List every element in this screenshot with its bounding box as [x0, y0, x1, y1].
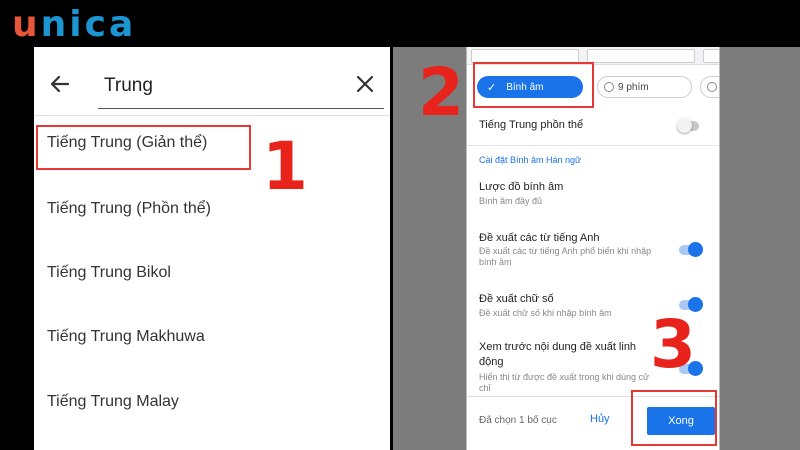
english-suggestions-desc: Đề xuất các từ tiếng Anh phổ biến khi nh…: [479, 246, 652, 256]
english-suggestions-label: Đề xuất các từ tiếng Anh: [479, 232, 600, 244]
layout-preview-other: [703, 49, 719, 63]
english-suggestions-toggle[interactable]: [679, 242, 703, 257]
dynamic-preview-desc: chỉ: [479, 383, 491, 393]
section-title: Cài đặt Bính âm Hán ngữ: [479, 155, 582, 165]
traditional-chinese-label: Tiếng Trung phồn thể: [479, 119, 584, 131]
logo-text: nica: [40, 3, 137, 45]
list-item[interactable]: Tiếng Trung Makhuwa: [47, 328, 205, 346]
layout-preview-pinyin: [471, 49, 579, 63]
digit-suggestions-desc: Đề xuất chữ số khi nhập bính âm: [479, 308, 612, 318]
radio-icon: [604, 82, 614, 92]
pinyin-scheme-label[interactable]: Lược đồ bính âm: [479, 181, 563, 193]
english-suggestions-desc: bính âm: [479, 257, 512, 267]
search-input[interactable]: Trung: [104, 75, 153, 97]
layout-chip-more[interactable]: [700, 76, 719, 98]
dynamic-preview-label: Xem trước nội dung đề xuất linh: [479, 341, 637, 353]
close-icon[interactable]: [356, 75, 374, 93]
step-marker-1: 1: [262, 128, 308, 205]
pinyin-scheme-value: Bính âm đầy đủ: [479, 196, 543, 206]
step-marker-2: 2: [418, 54, 464, 131]
layout-chip-label: 9 phím: [618, 81, 649, 93]
divider: [34, 115, 390, 116]
search-bar: Trung: [34, 47, 390, 113]
divider: [467, 145, 719, 146]
step-marker-3: 3: [650, 306, 696, 383]
cancel-button[interactable]: Hủy: [590, 413, 610, 425]
logo-letter-u: u: [12, 3, 41, 45]
list-item[interactable]: Tiếng Trung Bikol: [47, 264, 171, 282]
layout-preview-9key: [587, 49, 695, 63]
highlight-box-2: [473, 62, 594, 108]
language-search-screen: Trung Tiếng Trung (Giản thể) Tiếng Trung…: [34, 47, 390, 450]
dynamic-preview-label: động: [479, 356, 504, 368]
list-item[interactable]: Tiếng Trung (Phồn thể): [47, 200, 211, 218]
unica-logo: u nica: [12, 3, 137, 45]
toggle-knob: [677, 118, 692, 133]
highlight-box-1: [36, 125, 251, 170]
traditional-chinese-toggle[interactable]: [677, 118, 699, 133]
list-item[interactable]: Tiếng Trung Malay: [47, 393, 179, 411]
selected-layouts-count: Đã chọn 1 bố cục: [479, 415, 557, 426]
highlight-box-3: [631, 390, 717, 446]
back-arrow-icon[interactable]: [48, 73, 70, 95]
digit-suggestions-label: Đề xuất chữ số: [479, 293, 554, 305]
radio-icon: [707, 82, 717, 92]
search-underline: [98, 108, 384, 109]
toggle-knob: [688, 242, 703, 257]
dynamic-preview-desc: Hiển thị từ được đề xuất trong khi dùng …: [479, 372, 650, 382]
layout-chip-9key[interactable]: 9 phím: [597, 76, 692, 98]
